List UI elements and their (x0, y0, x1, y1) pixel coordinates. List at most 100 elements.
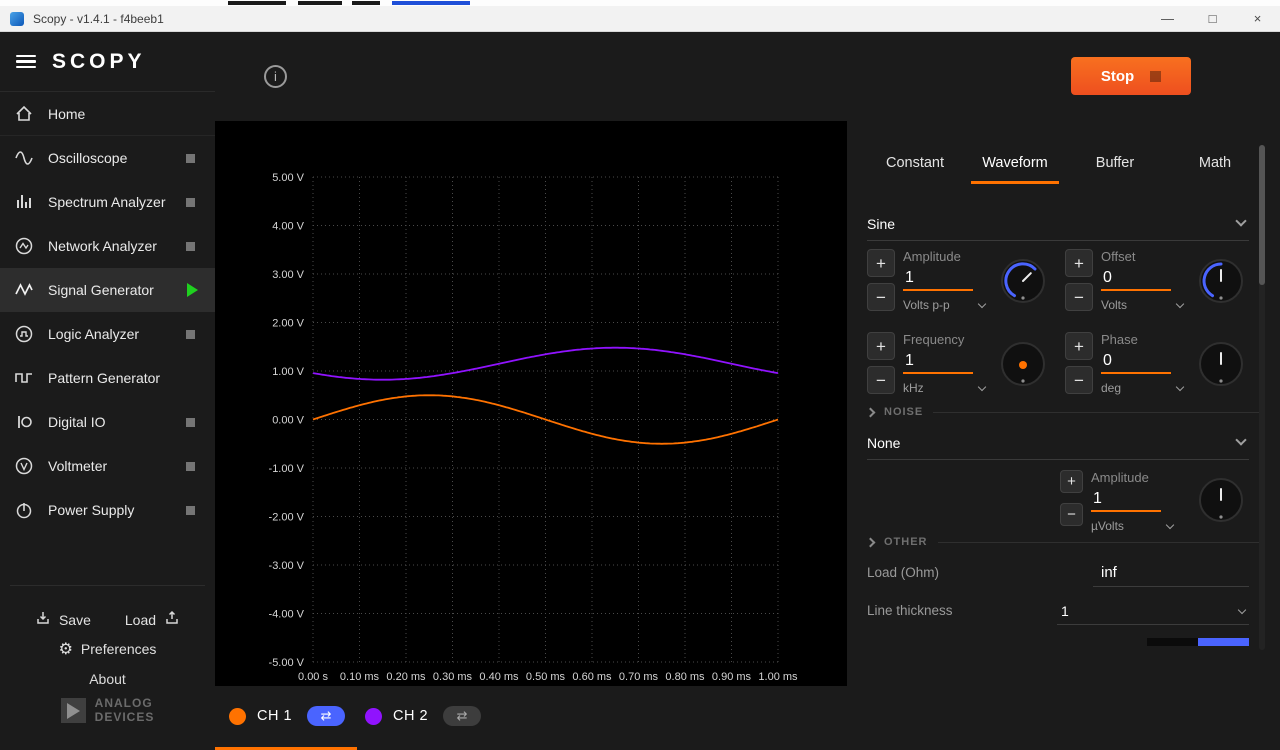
sidebar-item-home[interactable]: Home (0, 92, 215, 136)
channel-bar: CH 1 ⇄ CH 2 ⇄ (215, 686, 847, 750)
phase-increment-button[interactable]: + (1065, 332, 1093, 360)
sidebar-header: SCOPY (0, 32, 215, 92)
offset-increment-button[interactable]: + (1065, 249, 1093, 277)
sidebar-item-digital-io[interactable]: Digital IO (0, 400, 215, 444)
frequency-value-input[interactable]: 1 (903, 352, 973, 374)
offset-decrement-button[interactable]: − (1065, 283, 1093, 311)
phase-value-input[interactable]: 0 (1101, 352, 1171, 374)
svg-text:0.00 V: 0.00 V (272, 415, 304, 427)
network-analyzer-icon (14, 236, 34, 256)
noise-amplitude-knob[interactable] (1195, 474, 1247, 526)
offset-knob[interactable] (1195, 255, 1247, 307)
waveform-plot: 0.00 s0.10 ms0.20 ms0.30 ms0.40 ms0.50 m… (215, 121, 847, 686)
hamburger-icon (16, 55, 36, 58)
stop-button[interactable]: Stop (1071, 57, 1191, 95)
channel-2-color-dot (365, 708, 382, 725)
amplitude-decrement-button[interactable]: − (867, 283, 895, 311)
noise-amplitude-unit-select[interactable]: µVolts (1091, 519, 1173, 533)
signal-generator-panel: Constant Waveform Buffer Math Sine + − A… (847, 121, 1280, 750)
logic-analyzer-icon (14, 324, 34, 344)
svg-text:1.00 V: 1.00 V (272, 366, 304, 378)
load-ohm-input[interactable]: inf (1093, 564, 1249, 587)
svg-text:0.80 ms: 0.80 ms (665, 671, 705, 683)
vertical-scrollbar[interactable] (1259, 145, 1265, 650)
noise-amplitude-decrement-button[interactable]: − (1060, 503, 1083, 526)
noise-amplitude-increment-button[interactable]: + (1060, 470, 1083, 493)
sidebar-divider (10, 585, 205, 586)
svg-text:1.00 ms: 1.00 ms (758, 671, 798, 683)
channel-toggle-icon: ⇄ (457, 709, 468, 724)
channel-2-button[interactable]: CH 2 ⇄ (365, 686, 481, 746)
sidebar-item-oscilloscope[interactable]: Oscilloscope (0, 136, 215, 180)
sidebar-item-pattern-generator[interactable]: Pattern Generator (0, 356, 215, 400)
phase-knob[interactable] (1195, 338, 1247, 390)
scopy-window: Scopy - v1.4.1 - f4beeb1 — □ × SCOPY Hom… (0, 0, 1280, 750)
power-supply-icon (14, 500, 34, 520)
waveform-type-select[interactable]: Sine (867, 207, 1249, 241)
chevron-down-icon (1176, 299, 1184, 307)
about-button[interactable]: About (0, 671, 215, 687)
gear-icon: ⚙ (59, 641, 73, 657)
preferences-button[interactable]: ⚙ Preferences (0, 641, 215, 657)
svg-text:0.00 s: 0.00 s (298, 671, 328, 683)
close-button[interactable]: × (1235, 6, 1280, 31)
chevron-down-icon (1235, 434, 1246, 445)
load-button[interactable]: Load (125, 610, 180, 629)
chevron-down-icon (1176, 382, 1184, 390)
other-section-header[interactable]: OTHER (867, 535, 1259, 549)
window-controls: — □ × (1145, 6, 1280, 31)
tab-buffer[interactable]: Buffer (1065, 142, 1165, 184)
amplitude-control: + − Amplitude 1 Volts p-p (867, 249, 1065, 312)
vertical-scrollbar-thumb[interactable] (1259, 145, 1265, 285)
offset-unit-select[interactable]: Volts (1101, 298, 1183, 312)
amplitude-unit-select[interactable]: Volts p-p (903, 298, 985, 312)
waveform-tabs: Constant Waveform Buffer Math (865, 142, 1265, 184)
horizontal-scrollbar[interactable] (1147, 638, 1249, 646)
stopped-indicator (186, 330, 195, 339)
save-icon (35, 610, 51, 629)
horizontal-scrollbar-thumb[interactable] (1198, 638, 1249, 646)
channel-1-settings-toggle[interactable]: ⇄ (307, 706, 345, 726)
info-button[interactable]: i (264, 65, 287, 88)
noise-type-select[interactable]: None (867, 426, 1249, 460)
background-window-fragment (228, 1, 286, 5)
sidebar-item-voltmeter[interactable]: Voltmeter (0, 444, 215, 488)
pattern-generator-icon (14, 368, 34, 388)
svg-text:-3.00 V: -3.00 V (269, 560, 305, 572)
tab-math[interactable]: Math (1165, 142, 1265, 184)
amplitude-increment-button[interactable]: + (867, 249, 895, 277)
frequency-decrement-button[interactable]: − (867, 366, 895, 394)
svg-text:0.90 ms: 0.90 ms (712, 671, 752, 683)
phase-control: + − Phase 0 deg (1065, 332, 1263, 395)
chevron-right-icon (866, 537, 876, 547)
adi-triangle-icon (61, 698, 86, 723)
noise-amplitude-value-input[interactable]: 1 (1091, 490, 1161, 512)
sidebar-item-logic-analyzer[interactable]: Logic Analyzer (0, 312, 215, 356)
main-area: i Stop 0.00 s0.10 ms0.20 ms0.30 ms0.40 m… (215, 32, 1280, 750)
menu-toggle-button[interactable] (16, 55, 36, 69)
svg-text:4.00 V: 4.00 V (272, 221, 304, 233)
frequency-control: + − Frequency 1 kHz (867, 332, 1065, 395)
app-icon (10, 12, 24, 26)
tab-constant[interactable]: Constant (865, 142, 965, 184)
noise-section-header[interactable]: NOISE (867, 405, 1259, 419)
amplitude-value-input[interactable]: 1 (903, 269, 973, 291)
channel-1-button[interactable]: CH 1 ⇄ (229, 686, 345, 746)
tab-waveform[interactable]: Waveform (965, 142, 1065, 184)
sidebar-item-power-supply[interactable]: Power Supply (0, 488, 215, 532)
offset-value-input[interactable]: 0 (1101, 269, 1171, 291)
phase-decrement-button[interactable]: − (1065, 366, 1093, 394)
sidebar-item-signal-generator[interactable]: Signal Generator (0, 268, 215, 312)
line-thickness-select[interactable]: 1 (1057, 603, 1249, 625)
amplitude-knob[interactable] (997, 255, 1049, 307)
sidebar-item-spectrum-analyzer[interactable]: Spectrum Analyzer (0, 180, 215, 224)
channel-2-settings-toggle[interactable]: ⇄ (443, 706, 481, 726)
sidebar-item-network-analyzer[interactable]: Network Analyzer (0, 224, 215, 268)
minimize-button[interactable]: — (1145, 6, 1190, 31)
frequency-unit-select[interactable]: kHz (903, 381, 985, 395)
phase-unit-select[interactable]: deg (1101, 381, 1183, 395)
frequency-increment-button[interactable]: + (867, 332, 895, 360)
save-button[interactable]: Save (35, 610, 91, 629)
frequency-knob[interactable] (997, 338, 1049, 390)
maximize-button[interactable]: □ (1190, 6, 1235, 31)
